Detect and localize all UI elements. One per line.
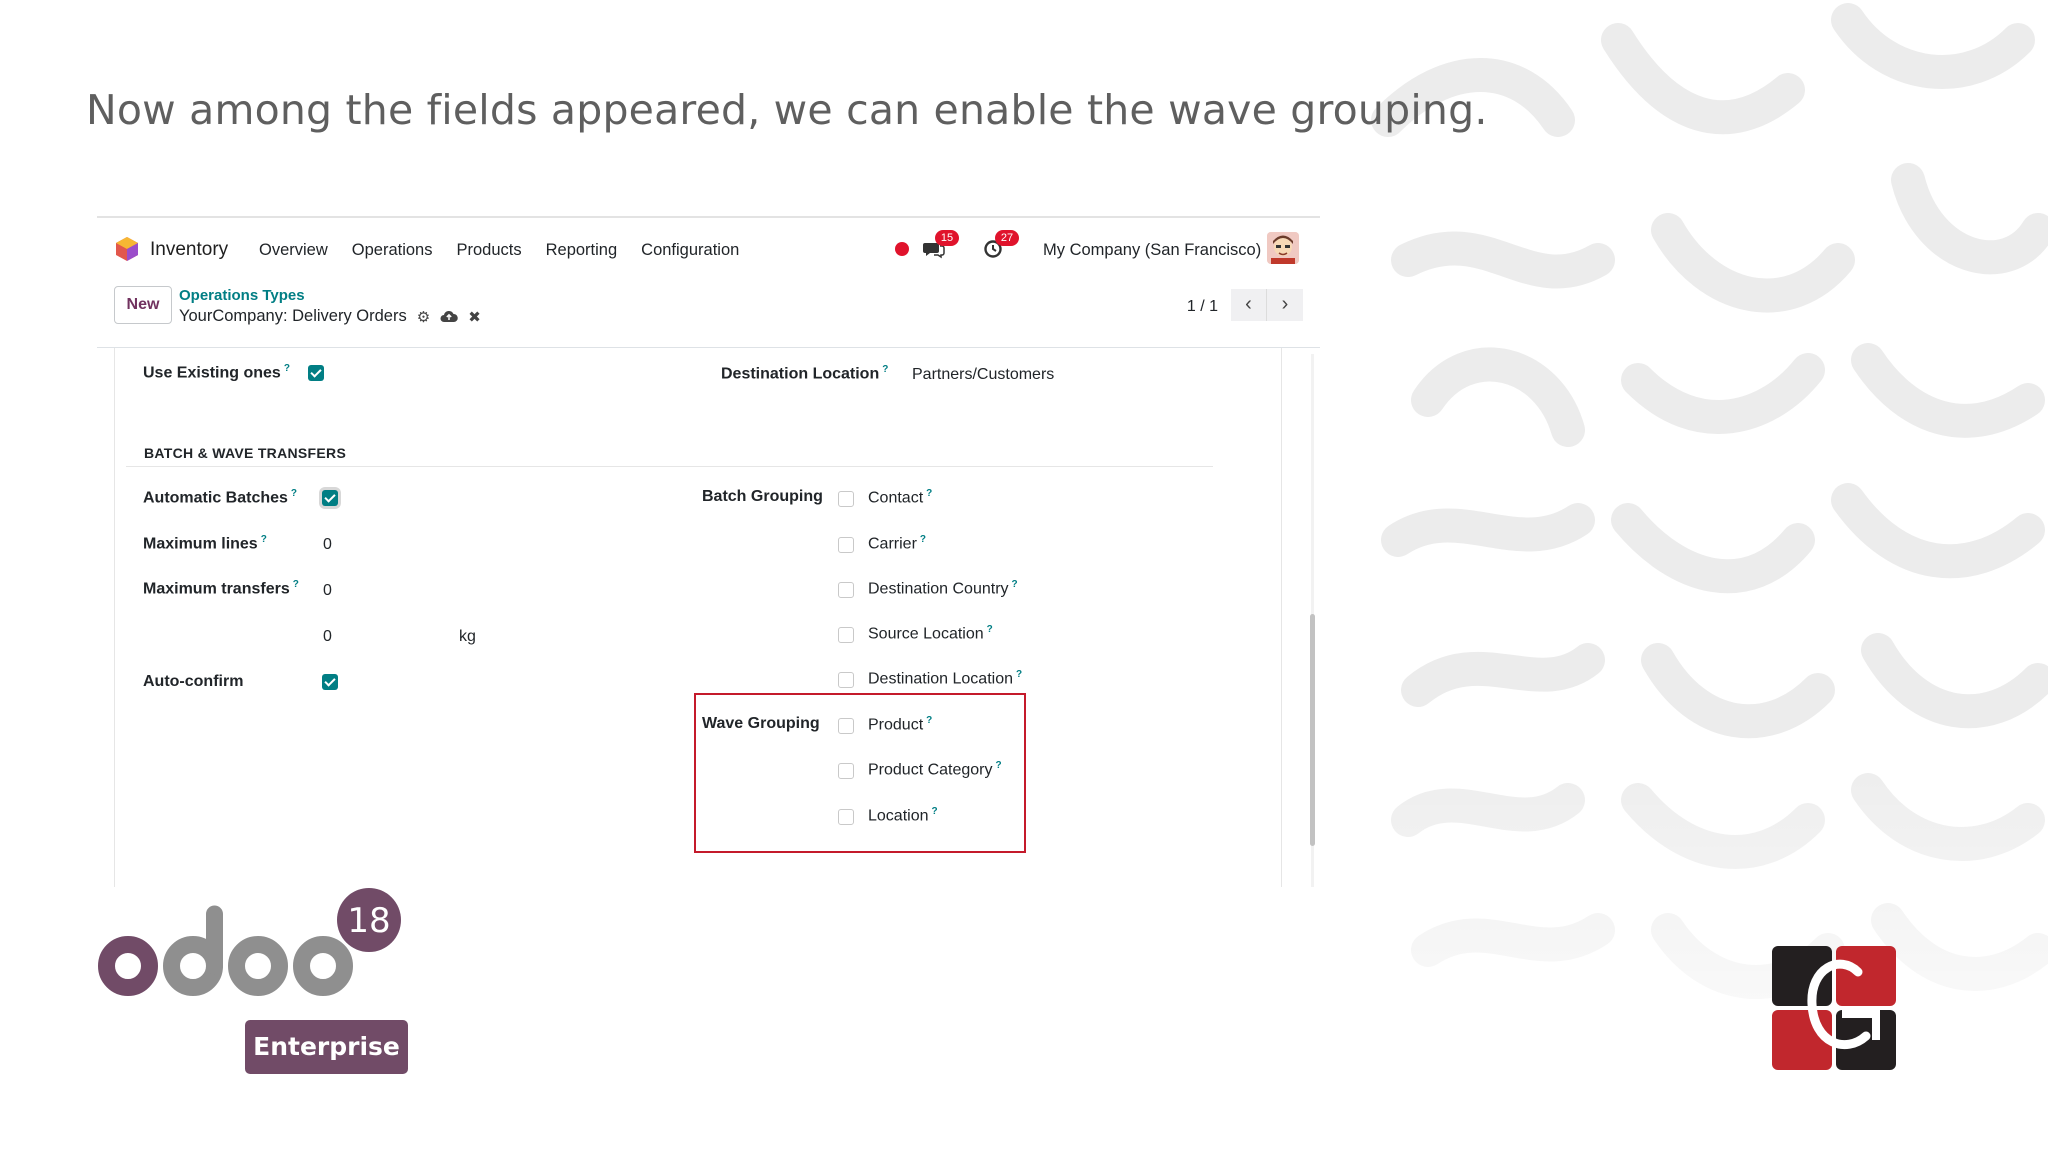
help-icon[interactable]: ? [882,364,888,375]
section-divider [126,466,1213,467]
user-avatar[interactable] [1267,232,1299,264]
destination-location-checkbox[interactable] [838,672,854,688]
help-icon[interactable]: ? [293,579,299,590]
help-icon[interactable]: ? [1012,579,1018,590]
use-existing-checkbox[interactable] [308,365,324,381]
avatar-icon [1267,232,1299,264]
pager-next-button[interactable]: › [1267,289,1303,321]
slide-caption: Now among the fields appeared, we can en… [86,86,1488,134]
source-location-text: Source Location [868,625,984,643]
batch-grouping-label: Batch Grouping [702,488,823,505]
destination-location-label: Destination Location? [721,364,888,383]
decorative-pattern [1368,0,2048,1152]
maximum-lines-input[interactable]: 0 [323,536,332,554]
destination-country-option: Destination Country? [868,579,1018,598]
gear-icon[interactable]: ⚙ [417,308,430,326]
destination-country-text: Destination Country [868,580,1009,598]
version-badge: 18 [347,901,390,941]
menu-overview[interactable]: Overview [259,241,328,260]
contact-option: Contact? [868,488,932,507]
form-scrollbar[interactable] [1309,354,1317,887]
help-icon[interactable]: ? [261,534,267,545]
source-location-option: Source Location? [868,624,993,643]
help-icon[interactable]: ? [926,488,932,499]
help-icon[interactable]: ? [987,624,993,635]
product-category-option: Product Category? [868,760,1002,779]
activity-badge: 27 [995,230,1019,246]
control-panel: New Operations Types YourCompany: Delive… [97,280,1320,348]
pager-previous-button[interactable]: ‹ [1231,289,1267,321]
contact-text: Contact [868,489,924,507]
enterprise-badge: Enterprise [245,1020,408,1074]
location-option: Location? [868,806,938,825]
company-switcher[interactable]: My Company (San Francisco) [1043,241,1261,260]
maximum-lines-label: Maximum lines? [143,534,267,553]
new-button[interactable]: New [114,286,172,324]
main-menu: Overview Operations Products Reporting C… [259,241,739,260]
maximum-transfers-text: Maximum transfers [143,580,290,598]
auto-confirm-checkbox[interactable] [322,674,338,690]
help-icon[interactable]: ? [932,806,938,817]
cloud-upload-icon[interactable] [440,310,458,324]
breadcrumb[interactable]: Operations Types [179,287,305,304]
carrier-option: Carrier? [868,534,926,553]
help-icon[interactable]: ? [996,760,1002,771]
odoo-screenshot: Inventory Overview Operations Products R… [97,216,1320,887]
menu-configuration[interactable]: Configuration [641,241,739,260]
maximum-transfers-label: Maximum transfers? [143,579,299,598]
top-navbar: Inventory Overview Operations Products R… [97,218,1320,280]
inventory-app-icon [116,237,138,261]
chat-button[interactable]: 15 [923,230,959,266]
carrier-text: Carrier [868,535,917,553]
scrollbar-thumb[interactable] [1310,614,1315,846]
destination-country-checkbox[interactable] [838,582,854,598]
destination-location-option-text: Destination Location [868,670,1013,688]
maximum-weight-input[interactable]: 0 [323,628,332,646]
maximum-transfers-input[interactable]: 0 [323,582,332,600]
menu-reporting[interactable]: Reporting [546,241,618,260]
maximum-lines-text: Maximum lines [143,535,258,553]
product-category-checkbox[interactable] [838,763,854,779]
company-logo [1770,944,1898,1072]
help-icon[interactable]: ? [926,715,932,726]
use-existing-label: Use Existing ones? [143,363,290,382]
discard-icon[interactable]: ✖ [468,308,481,326]
product-option: Product? [868,715,932,734]
app-name[interactable]: Inventory [150,239,228,261]
help-icon[interactable]: ? [284,363,290,374]
location-text: Location [868,807,929,825]
destination-location-option: Destination Location? [868,669,1022,688]
source-location-checkbox[interactable] [838,627,854,643]
menu-operations[interactable]: Operations [352,241,433,260]
pager-value[interactable]: 1 / 1 [1187,298,1218,316]
auto-confirm-label: Auto-confirm [143,673,244,690]
wave-grouping-label: Wave Grouping [702,715,820,732]
record-title-row: YourCompany: Delivery Orders ⚙ ✖ [179,307,481,326]
activity-button[interactable]: 27 [983,230,1019,266]
product-category-text: Product Category [868,761,993,779]
automatic-batches-checkbox[interactable] [322,490,338,506]
help-icon[interactable]: ? [1016,669,1022,680]
help-icon[interactable]: ? [291,488,297,499]
weight-unit: kg [459,628,476,645]
section-title: BATCH & WAVE TRANSFERS [144,445,347,461]
automatic-batches-label: Automatic Batches? [143,488,297,507]
product-text: Product [868,716,924,734]
record-title: YourCompany: Delivery Orders [179,307,407,325]
help-icon[interactable]: ? [920,534,926,545]
recording-indicator[interactable] [895,242,909,256]
automatic-batches-text: Automatic Batches [143,489,288,507]
contact-checkbox[interactable] [838,491,854,507]
carrier-checkbox[interactable] [838,537,854,553]
menu-products[interactable]: Products [456,241,521,260]
destination-location-text: Destination Location [721,365,880,383]
pager-buttons: ‹ › [1231,289,1303,321]
use-existing-text: Use Existing ones [143,364,281,382]
location-checkbox[interactable] [838,809,854,825]
product-checkbox[interactable] [838,718,854,734]
destination-location-field[interactable]: Partners/Customers [912,366,1054,384]
chat-badge: 15 [935,230,959,246]
